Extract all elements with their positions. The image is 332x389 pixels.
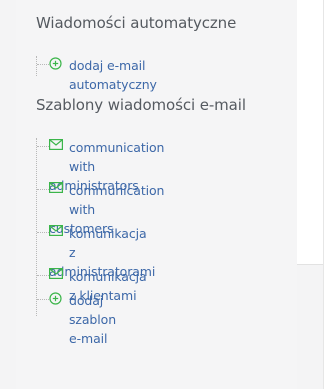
automatic-messages-tree: dodaj e-mail automatyczny: [36, 56, 157, 92]
add-email-template-link[interactable]: dodaj szablon e-mail: [37, 291, 116, 348]
automatic-messages-heading: Wiadomości automatyczne: [36, 14, 237, 32]
mail-icon: [49, 225, 63, 238]
tree-connector: [37, 64, 49, 65]
template-label-line: communication with: [69, 140, 165, 174]
plus-circle-icon: [49, 57, 62, 70]
tree-connector: [37, 299, 49, 300]
plus-circle-icon: [49, 292, 62, 305]
mail-icon: [49, 182, 63, 195]
tree-connector: [37, 232, 49, 233]
mail-icon: [49, 268, 63, 281]
main-panel-inner: [323, 0, 332, 389]
mail-icon: [49, 139, 63, 152]
tree-connector: [37, 189, 49, 190]
email-templates-tree: communication with administrators commun…: [36, 138, 164, 346]
email-templates-heading: Szablony wiadomości e-mail: [36, 96, 246, 114]
tree-connector: [37, 146, 49, 147]
template-label-line: komunikacja z: [69, 226, 147, 260]
template-label-line: communication with: [69, 183, 165, 217]
add-email-template-label[interactable]: dodaj szablon e-mail: [69, 291, 116, 348]
add-automatic-email-label[interactable]: dodaj e-mail automatyczny: [69, 56, 157, 94]
tree-connector: [37, 275, 49, 276]
add-automatic-email-link[interactable]: dodaj e-mail automatyczny: [37, 56, 157, 94]
